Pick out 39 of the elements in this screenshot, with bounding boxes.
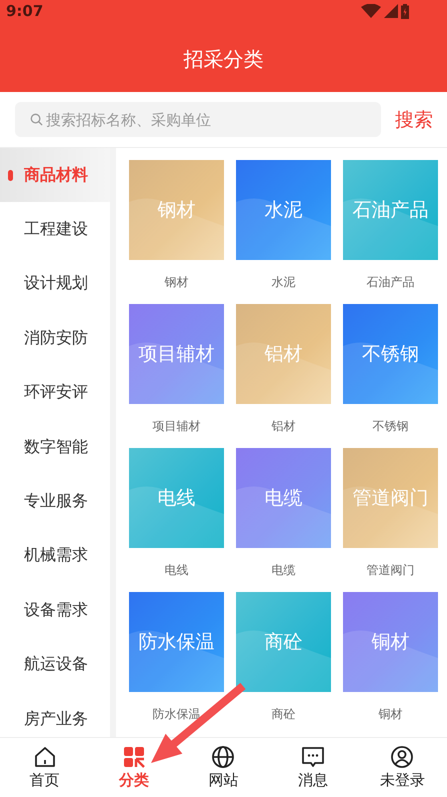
- category-label: 防水保温: [152, 706, 200, 723]
- category-label: 管道阀门: [366, 562, 414, 579]
- category-tile[interactable]: 不锈钢: [343, 304, 438, 404]
- tab-item[interactable]: 网站: [208, 738, 238, 797]
- category-tile[interactable]: 水泥: [236, 160, 331, 260]
- grid-icon: [122, 745, 146, 769]
- status-time: 9:07: [6, 2, 44, 20]
- home-icon: [32, 745, 57, 769]
- category-tile[interactable]: 铜材: [343, 592, 438, 692]
- category-label: 商砼: [272, 706, 296, 723]
- user-icon: [390, 745, 414, 769]
- category-tile[interactable]: 电缆: [236, 448, 331, 548]
- category-label: 钢材: [164, 274, 188, 291]
- category-tile[interactable]: 电线: [129, 448, 224, 548]
- sidebar-item[interactable]: 商品材料: [0, 148, 110, 202]
- tab-item[interactable]: 消息: [298, 738, 328, 797]
- tab-item[interactable]: 首页: [30, 738, 60, 797]
- chat-icon: [300, 745, 325, 769]
- category-label: 项目辅材: [152, 418, 200, 435]
- wifi-icon: [361, 4, 381, 18]
- tab-item[interactable]: 未登录: [380, 738, 425, 797]
- category-label: 铜材: [378, 706, 402, 723]
- search-button[interactable]: 搜索: [395, 106, 433, 132]
- page-title: 招采分类: [184, 46, 264, 73]
- category-label: 铝材: [272, 418, 296, 435]
- category-tile[interactable]: 商砼: [236, 592, 331, 692]
- globe-icon: [211, 745, 236, 769]
- battery-icon: [401, 4, 409, 18]
- signal-icon: [384, 4, 398, 18]
- category-label: 不锈钢: [372, 418, 408, 435]
- category-label: 石油产品: [366, 274, 414, 291]
- category-tile[interactable]: 石油产品: [343, 160, 438, 260]
- category-label: 电线: [164, 562, 188, 579]
- category-tile[interactable]: 防水保温: [129, 592, 224, 692]
- category-label: 电缆: [272, 562, 296, 579]
- tab-item[interactable]: 分类: [119, 738, 150, 797]
- category-tile[interactable]: 项目辅材: [129, 304, 224, 404]
- category-label: 水泥: [272, 274, 296, 291]
- search-field[interactable]: 搜索招标名称、采购单位: [15, 102, 381, 137]
